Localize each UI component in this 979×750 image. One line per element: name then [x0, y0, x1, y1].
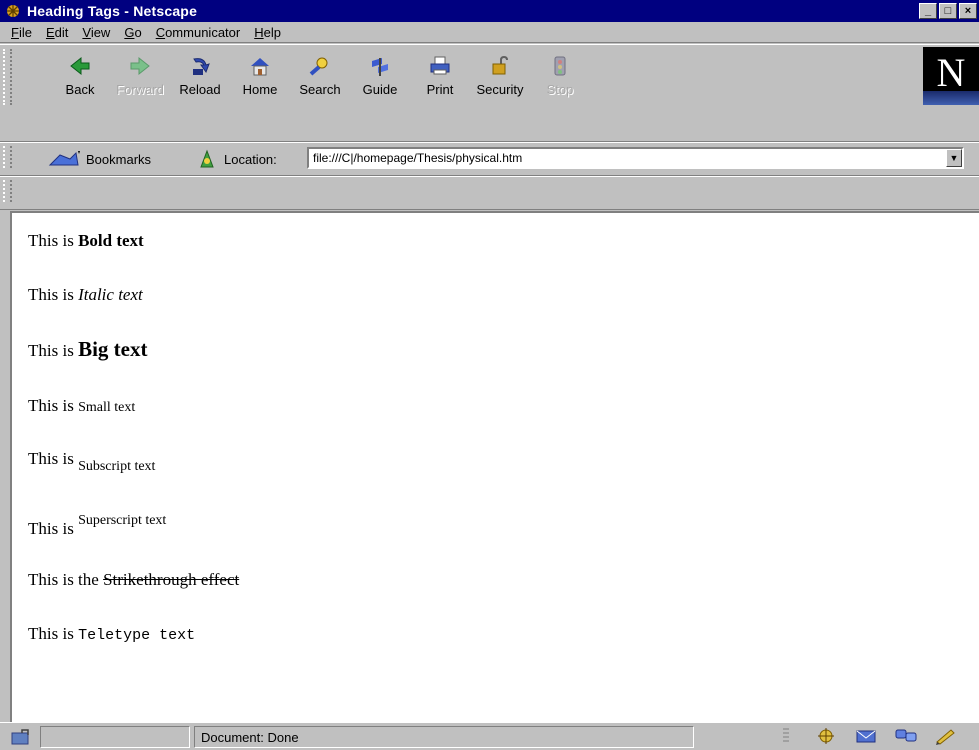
big-text: Big text	[78, 337, 148, 361]
print-label: Print	[426, 82, 454, 97]
location-input[interactable]: file:///C|/homepage/Thesis/physical.htm	[307, 147, 964, 169]
close-button[interactable]: ×	[959, 3, 977, 19]
netscape-logo[interactable]: N	[923, 47, 979, 105]
subscript-line: This is Subscript text	[28, 449, 155, 475]
strikethrough-prefix: This is the	[28, 570, 104, 589]
menu-bar: File Edit View Go Communicator Help	[0, 22, 979, 43]
reload-button[interactable]: Reload	[170, 51, 230, 103]
bold-text: Bold text	[78, 231, 144, 250]
superscript-line: This is Superscript text	[28, 513, 166, 539]
composer-icon[interactable]	[933, 726, 959, 746]
maximize-icon: □	[944, 4, 952, 17]
superscript-prefix: This is	[28, 519, 79, 538]
home-icon	[247, 54, 273, 78]
toolbar-grip[interactable]	[3, 49, 12, 105]
search-button[interactable]: Search	[290, 51, 350, 103]
bold-line: This is Bold text	[28, 231, 144, 251]
small-prefix: This is	[28, 396, 79, 415]
reload-icon	[187, 54, 213, 78]
search-label: Search	[299, 82, 341, 97]
logo-horizon	[923, 91, 979, 105]
guide-label: Guide	[362, 82, 398, 97]
personal-toolbar	[0, 176, 979, 210]
location-toolbar-grip[interactable]	[3, 146, 12, 168]
italic-text: Italic text	[78, 285, 143, 304]
stop-icon	[547, 54, 573, 78]
italic-line: This is Italic text	[28, 285, 143, 305]
status-bar: Document: Done	[0, 722, 979, 750]
menu-go[interactable]: Go	[117, 25, 148, 40]
subscript-prefix: This is	[28, 449, 79, 468]
guide-icon	[367, 54, 393, 78]
teletype-text: Teletype text	[78, 627, 196, 644]
italic-prefix: This is	[28, 285, 79, 304]
teletype-prefix: This is	[28, 624, 79, 643]
superscript-text: Superscript text	[78, 513, 167, 528]
menu-edit[interactable]: Edit	[39, 25, 75, 40]
close-icon: ×	[964, 4, 972, 17]
location-dropdown-button[interactable]: ▼	[946, 149, 962, 167]
forward-label: Forward	[116, 82, 164, 97]
back-arrow-icon	[67, 54, 93, 78]
strikethrough-text: Strikethrough effect	[103, 570, 240, 589]
back-button[interactable]: Back	[50, 51, 110, 103]
bookmarks-icon	[46, 149, 86, 169]
bookmarks-button[interactable]: Bookmarks	[46, 149, 151, 169]
search-icon	[307, 54, 333, 78]
personal-toolbar-grip[interactable]	[3, 180, 12, 202]
forward-arrow-icon	[127, 54, 153, 78]
menu-file[interactable]: File	[4, 25, 39, 40]
print-icon	[427, 54, 453, 78]
title-bar[interactable]: Heading Tags - Netscape _ □ ×	[0, 0, 979, 22]
minimize-icon: _	[924, 4, 932, 17]
status-text: Document: Done	[194, 725, 694, 748]
security-button[interactable]: Security	[470, 51, 530, 103]
small-text: Small text	[78, 400, 136, 415]
page-content: This is Bold text This is Italic text Th…	[10, 211, 979, 722]
netscape-app-icon[interactable]	[4, 2, 22, 20]
discussion-groups-icon[interactable]	[893, 726, 919, 746]
small-line: This is Small text	[28, 396, 135, 416]
location-label-group: Location:	[196, 149, 277, 169]
stop-button[interactable]: Stop	[530, 51, 590, 103]
strikethrough-line: This is the Strikethrough effect	[28, 570, 239, 590]
menu-help[interactable]: Help	[247, 25, 288, 40]
teletype-line: This is Teletype text	[28, 624, 195, 644]
minimize-button[interactable]: _	[919, 3, 937, 19]
bookmarks-label: Bookmarks	[86, 151, 152, 167]
security-lock-icon	[487, 54, 513, 78]
component-bar-grip-icon[interactable]	[773, 726, 799, 746]
navigator-icon[interactable]	[813, 726, 839, 746]
bold-prefix: This is	[28, 231, 79, 250]
window-title: Heading Tags - Netscape	[27, 3, 198, 19]
progress-bar	[40, 725, 190, 748]
back-label: Back	[65, 82, 95, 97]
maximize-button[interactable]: □	[939, 3, 957, 19]
page-proxy-icon[interactable]	[196, 149, 218, 169]
guide-button[interactable]: Guide	[350, 51, 410, 103]
forward-button[interactable]: Forward	[110, 51, 170, 103]
location-label: Location:	[224, 151, 277, 167]
security-status-icon[interactable]	[6, 726, 36, 748]
big-line: This is Big text	[28, 337, 147, 362]
stop-label: Stop	[546, 82, 574, 97]
reload-label: Reload	[179, 82, 221, 97]
mail-icon[interactable]	[853, 726, 879, 746]
menu-communicator[interactable]: Communicator	[149, 25, 248, 40]
menu-view[interactable]: View	[75, 25, 117, 40]
netscape-logo-letter: N	[936, 50, 966, 95]
location-toolbar: Bookmarks Location: file:///C|/homepage/…	[0, 142, 979, 176]
security-label: Security	[476, 82, 524, 97]
big-prefix: This is	[28, 341, 79, 360]
home-button[interactable]: Home	[230, 51, 290, 103]
dropdown-arrow-icon: ▼	[949, 153, 959, 163]
navigation-toolbar: Back Forward Reload Home Search Guide Pr…	[0, 44, 979, 142]
subscript-text: Subscript text	[78, 459, 156, 474]
home-label: Home	[242, 82, 278, 97]
print-button[interactable]: Print	[410, 51, 470, 103]
